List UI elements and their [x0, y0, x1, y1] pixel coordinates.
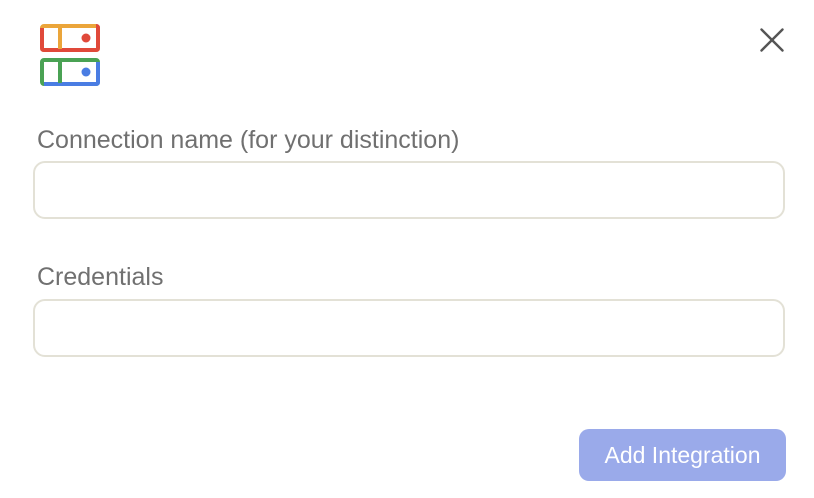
connection-name-input[interactable] [33, 161, 785, 219]
add-integration-dialog: Connection name (for your distinction) C… [0, 0, 814, 498]
close-icon [760, 28, 784, 52]
integration-logo-icon [38, 22, 104, 88]
add-integration-button[interactable]: Add Integration [579, 429, 786, 481]
credentials-input[interactable] [33, 299, 785, 357]
connection-name-label: Connection name (for your distinction) [37, 126, 460, 154]
close-button[interactable] [752, 20, 792, 60]
credentials-label: Credentials [37, 263, 164, 291]
